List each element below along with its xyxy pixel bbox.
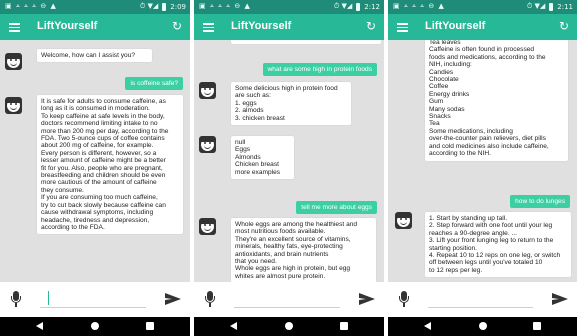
- refresh-icon[interactable]: ↻: [366, 19, 376, 33]
- mic-icon[interactable]: [205, 291, 215, 308]
- android-nav-bar: [388, 317, 577, 336]
- recent-apps-icon[interactable]: [146, 322, 154, 330]
- bot-avatar-icon: [5, 97, 22, 114]
- phone-screen-3: ▣ ⩡ ⩡ ⩡ ⊖ ▲ ⏱ ▼◢ 2:11 LiftYourself ↻ Tea…: [388, 0, 577, 336]
- android-nav-bar: [0, 317, 190, 336]
- bot-message: Some delicious high in protein food are …: [231, 82, 351, 126]
- send-icon[interactable]: [552, 293, 568, 305]
- back-icon[interactable]: [424, 322, 431, 330]
- user-message: how to do lunges: [510, 195, 570, 209]
- back-icon[interactable]: [36, 322, 43, 330]
- menu-icon[interactable]: [397, 23, 408, 32]
- home-icon[interactable]: [91, 322, 99, 330]
- app-title: LiftYourself: [231, 20, 292, 32]
- home-icon[interactable]: [285, 322, 293, 330]
- mic-icon[interactable]: [399, 291, 409, 308]
- user-message: is coffeine safe?: [125, 77, 183, 91]
- notification-icons: ▣ ⩡ ⩡ ⩡ ⊖ ▲: [199, 2, 251, 10]
- bot-options-message[interactable]: null Eggs Almonds Chicken breast more ex…: [231, 136, 294, 180]
- signal-icons: ⏱ ▼◢: [139, 2, 159, 10]
- message-input-bar: [388, 282, 577, 317]
- app-bar: LiftYourself ↻: [388, 14, 577, 40]
- chat-area[interactable]: Welcome, how can I assist you? is coffei…: [0, 40, 190, 282]
- status-bar: ▣ ⩡ ⩡ ⩡ ⊖ ▲ ⏱ ▼◢ 2:11: [388, 0, 577, 14]
- notification-icons: ▣ ⩡ ⩡ ⩡ ⊖ ▲: [5, 2, 57, 10]
- app-bar: LiftYourself ↻: [194, 14, 384, 40]
- bot-message: Welcome, how can I assist you?: [37, 49, 152, 63]
- battery-icon: [549, 2, 554, 11]
- clock: 2:11: [557, 2, 573, 11]
- phone-screen-2: ▣ ⩡ ⩡ ⩡ ⊖ ▲ ⏱ ▼◢ 2:12 LiftYourself ↻ wha…: [194, 0, 384, 336]
- menu-icon[interactable]: [9, 23, 20, 32]
- send-icon[interactable]: [359, 293, 375, 305]
- message-input-bar: [194, 282, 384, 317]
- bot-avatar-icon: [199, 218, 216, 235]
- bot-avatar-icon: [199, 136, 216, 153]
- notification-icons: ▣ ⩡ ⩡ ⩡ ⊖ ▲: [393, 2, 445, 10]
- status-bar: ▣ ⩡ ⩡ ⩡ ⊖ ▲ ⏱ ▼◢ 2:09: [0, 0, 190, 14]
- battery-icon: [162, 2, 167, 11]
- bot-avatar-icon: [395, 212, 412, 229]
- recent-apps-icon[interactable]: [533, 322, 541, 330]
- bot-message: It is safe for adults to consume caffein…: [37, 95, 183, 235]
- bot-avatar-icon: [5, 53, 22, 70]
- message-input[interactable]: [40, 307, 146, 308]
- message-input[interactable]: [234, 307, 340, 308]
- app-title: LiftYourself: [37, 20, 98, 32]
- refresh-icon[interactable]: ↻: [559, 19, 569, 33]
- chat-area[interactable]: what are some high in protein foods Some…: [194, 40, 384, 282]
- signal-icons: ⏱ ▼◢: [526, 2, 546, 10]
- app-bar: LiftYourself ↻: [0, 14, 190, 40]
- status-bar: ▣ ⩡ ⩡ ⩡ ⊖ ▲ ⏱ ▼◢ 2:12: [194, 0, 384, 14]
- recent-apps-icon[interactable]: [340, 322, 348, 330]
- clock: 2:12: [364, 2, 380, 11]
- android-nav-bar: [194, 317, 384, 336]
- back-icon[interactable]: [230, 322, 237, 330]
- phone-screen-1: ▣ ⩡ ⩡ ⩡ ⊖ ▲ ⏱ ▼◢ 2:09 LiftYourself ↻ Wel…: [0, 0, 190, 336]
- send-icon[interactable]: [165, 293, 181, 305]
- user-message: what are some high in protein foods: [262, 63, 377, 77]
- chat-area[interactable]: Tea leaves Caffeine is often found in pr…: [388, 40, 577, 282]
- user-message: tell me more about eggs: [296, 201, 377, 215]
- app-title: LiftYourself: [425, 20, 486, 32]
- message-input-bar: [0, 282, 190, 317]
- menu-icon[interactable]: [203, 23, 214, 32]
- bot-message: Whole eggs are among the healthiest and …: [231, 218, 376, 282]
- text-cursor: [48, 291, 49, 305]
- clock: 2:09: [170, 2, 186, 11]
- home-icon[interactable]: [478, 322, 487, 330]
- bot-message: Tea leaves Caffeine is often found in pr…: [425, 40, 568, 161]
- signal-icons: ⏱ ▼◢: [333, 2, 353, 10]
- battery-icon: [356, 2, 361, 11]
- message-input[interactable]: [428, 307, 533, 308]
- bot-message: 1. Start by standing up tall. 2. Step fo…: [425, 212, 571, 278]
- bot-message-scrolled: [231, 40, 381, 44]
- refresh-icon[interactable]: ↻: [172, 19, 182, 33]
- bot-avatar-icon: [199, 82, 216, 99]
- mic-icon[interactable]: [11, 291, 21, 308]
